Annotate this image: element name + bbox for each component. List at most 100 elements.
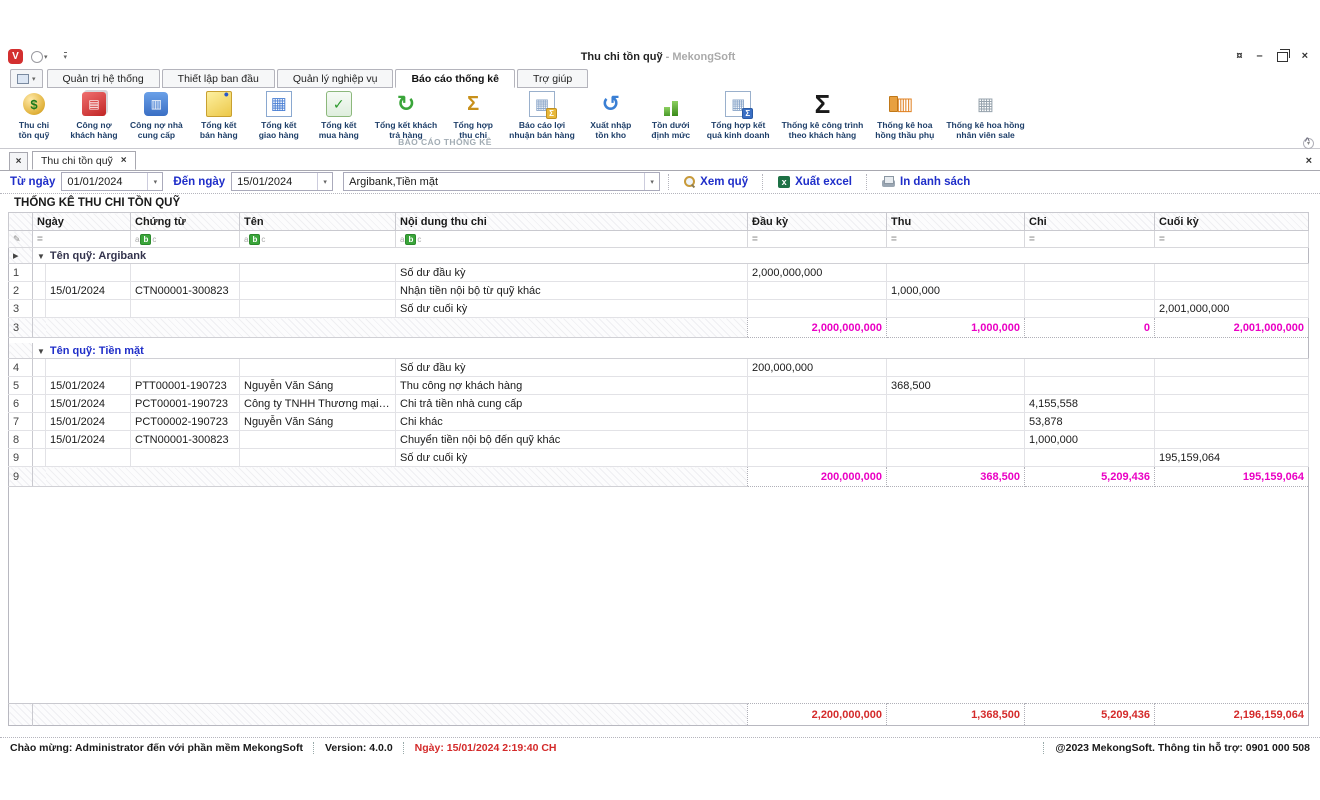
group-header-row[interactable]: ▸▼Tên quỹ: Argibank <box>9 248 1309 264</box>
filter-cell-dauky[interactable]: = <box>748 231 887 248</box>
column-header-thu[interactable]: Thu <box>887 213 1025 231</box>
to-date-dropdown-icon[interactable]: ▾ <box>317 173 332 190</box>
cell-ten[interactable] <box>240 264 396 282</box>
ribbon-item-13[interactable]: Thống kê hoa hồng thầu phụ <box>869 88 940 142</box>
cell-noidung[interactable]: Số dư cuối kỳ <box>396 449 748 467</box>
cell-chungtu[interactable] <box>131 264 240 282</box>
filter-cell-noidung[interactable]: abc <box>396 231 748 248</box>
cell-ngay[interactable]: 15/01/2024 <box>46 431 131 449</box>
cell-noidung[interactable]: Thu công nợ khách hàng <box>396 377 748 395</box>
filter-cell-thu[interactable]: = <box>887 231 1025 248</box>
cell-ngay[interactable]: 15/01/2024 <box>46 395 131 413</box>
cell-thu[interactable] <box>887 300 1025 318</box>
cell-noidung[interactable]: Chi trả tiền nhà cung cấp <box>396 395 748 413</box>
column-header-ten[interactable]: Tên <box>240 213 396 231</box>
cell-cuoiky[interactable] <box>1155 264 1309 282</box>
cell-thu[interactable] <box>887 413 1025 431</box>
cell-cuoiky[interactable] <box>1155 282 1309 300</box>
fund-select-dropdown-icon[interactable]: ▾ <box>644 173 659 190</box>
cell-chi[interactable] <box>1025 282 1155 300</box>
cell-chi[interactable] <box>1025 359 1155 377</box>
cell-ten[interactable] <box>240 431 396 449</box>
ribbon-item-8[interactable]: Báo cáo lợi nhuận bán hàng <box>503 88 581 142</box>
cell-ngay[interactable]: 15/01/2024 <box>46 377 131 395</box>
cell-ngay[interactable] <box>46 449 131 467</box>
cell-dauky[interactable]: 200,000,000 <box>748 359 887 377</box>
ribbon-item-4[interactable]: Tổng kết giao hàng <box>249 88 309 142</box>
cell-dauky[interactable] <box>748 431 887 449</box>
to-date-input[interactable]: 15/01/2024 ▾ <box>231 172 333 191</box>
ribbon-item-5[interactable]: Tổng kết mua hàng <box>309 88 369 142</box>
quick-access-customize-icon[interactable]: ▾ <box>64 52 68 62</box>
cell-dauky[interactable] <box>748 300 887 318</box>
cell-chi[interactable]: 1,000,000 <box>1025 431 1155 449</box>
filter-cell-cuoiky[interactable]: = <box>1155 231 1309 248</box>
column-header-noidung[interactable]: Nội dung thu chi <box>396 213 748 231</box>
cell-dauky[interactable] <box>748 282 887 300</box>
cell-chungtu[interactable]: PCT00001-190723 <box>131 395 240 413</box>
cell-chi[interactable]: 53,878 <box>1025 413 1155 431</box>
cell-ten[interactable]: Nguyễn Văn Sáng <box>240 377 396 395</box>
cell-noidung[interactable]: Nhận tiền nội bộ từ quỹ khác <box>396 282 748 300</box>
cell-noidung[interactable]: Chuyển tiền nội bộ đến quỹ khác <box>396 431 748 449</box>
cell-ten[interactable] <box>240 359 396 377</box>
close-icon[interactable]: × <box>1302 51 1308 62</box>
ribbon-item-9[interactable]: Xuất nhập tồn kho <box>581 88 641 142</box>
cell-thu[interactable]: 1,000,000 <box>887 282 1025 300</box>
ribbon-item-2[interactable]: Công nợ nhà cung cấp <box>124 88 189 142</box>
ribbon-item-6[interactable]: Tổng kết khách trả hàng <box>369 88 443 142</box>
cell-ten[interactable] <box>240 282 396 300</box>
ribbon-collapse-icon[interactable]: ^ <box>1305 136 1310 146</box>
cell-ten[interactable]: Công ty TNHH Thương mại Dịch vụ Điện n..… <box>240 395 396 413</box>
menu-tab-0[interactable]: Quản trị hệ thống <box>47 69 160 88</box>
menu-tab-3[interactable]: Báo cáo thống kê <box>395 69 515 88</box>
cell-ngay[interactable]: 15/01/2024 <box>46 413 131 431</box>
cell-thu[interactable] <box>887 449 1025 467</box>
cell-ten[interactable]: Nguyễn Văn Sáng <box>240 413 396 431</box>
filter-cell-chi[interactable]: = <box>1025 231 1155 248</box>
cell-cuoiky[interactable] <box>1155 359 1309 377</box>
cell-chungtu[interactable]: PCT00002-190723 <box>131 413 240 431</box>
restore-icon[interactable] <box>1277 52 1288 62</box>
cell-chi[interactable]: 4,155,558 <box>1025 395 1155 413</box>
cell-chungtu[interactable] <box>131 300 240 318</box>
cell-noidung[interactable]: Số dư đầu kỳ <box>396 359 748 377</box>
cell-ten[interactable] <box>240 449 396 467</box>
cell-ngay[interactable] <box>46 359 131 377</box>
ribbon-item-12[interactable]: Thống kê công trình theo khách hàng <box>776 88 870 142</box>
column-header-dauky[interactable]: Đầu kỳ <box>748 213 887 231</box>
cell-thu[interactable] <box>887 395 1025 413</box>
column-header-ngay[interactable]: Ngày <box>33 213 131 231</box>
group-header-cell[interactable]: ▼Tên quỹ: Argibank <box>33 248 1309 264</box>
menu-tab-4[interactable]: Trợ giúp <box>517 69 588 88</box>
cell-ngay[interactable] <box>46 300 131 318</box>
group-header-row[interactable]: ▼Tên quỹ: Tiền mặt <box>9 343 1309 359</box>
cell-chi[interactable] <box>1025 449 1155 467</box>
cell-cuoiky[interactable]: 195,159,064 <box>1155 449 1309 467</box>
ribbon-item-0[interactable]: Thu chi tồn quỹ <box>4 88 64 142</box>
cell-chungtu[interactable]: PTT00001-190723 <box>131 377 240 395</box>
cell-thu[interactable] <box>887 359 1025 377</box>
cell-dauky[interactable] <box>748 413 887 431</box>
fund-select[interactable]: Argibank,Tiền mặt ▾ <box>343 172 660 191</box>
cell-cuoiky[interactable] <box>1155 431 1309 449</box>
menu-tab-1[interactable]: Thiết lập ban đầu <box>162 69 275 88</box>
tab-list-close-icon[interactable]: × <box>9 152 28 170</box>
ribbon-item-11[interactable]: Tổng hợp kết quả kinh doanh <box>701 88 776 142</box>
column-header-chungtu[interactable]: Chứng từ <box>131 213 240 231</box>
minimize-icon[interactable]: – <box>1256 51 1262 62</box>
doc-tab-close-icon[interactable]: × <box>121 155 127 166</box>
cell-dauky[interactable] <box>748 449 887 467</box>
ribbon-item-10[interactable]: Tồn dưới định mức <box>641 88 701 142</box>
export-excel-button[interactable]: x Xuất excel <box>772 176 858 188</box>
cell-chungtu[interactable] <box>131 449 240 467</box>
cell-chi[interactable] <box>1025 300 1155 318</box>
doc-tab-thu-chi-ton-quy[interactable]: Thu chi tồn quỹ × <box>32 151 136 170</box>
ribbon-item-3[interactable]: Tổng kết bán hàng <box>189 88 249 142</box>
ribbon-item-7[interactable]: Tổng hợp thu chi <box>443 88 503 142</box>
cell-chungtu[interactable]: CTN00001-300823 <box>131 431 240 449</box>
cell-dauky[interactable]: 2,000,000,000 <box>748 264 887 282</box>
group-header-cell[interactable]: ▼Tên quỹ: Tiền mặt <box>33 343 1309 359</box>
ribbon-item-14[interactable]: Thống kê hoa hồng nhân viên sale <box>940 88 1030 142</box>
menu-tab-2[interactable]: Quản lý nghiệp vụ <box>277 69 394 88</box>
